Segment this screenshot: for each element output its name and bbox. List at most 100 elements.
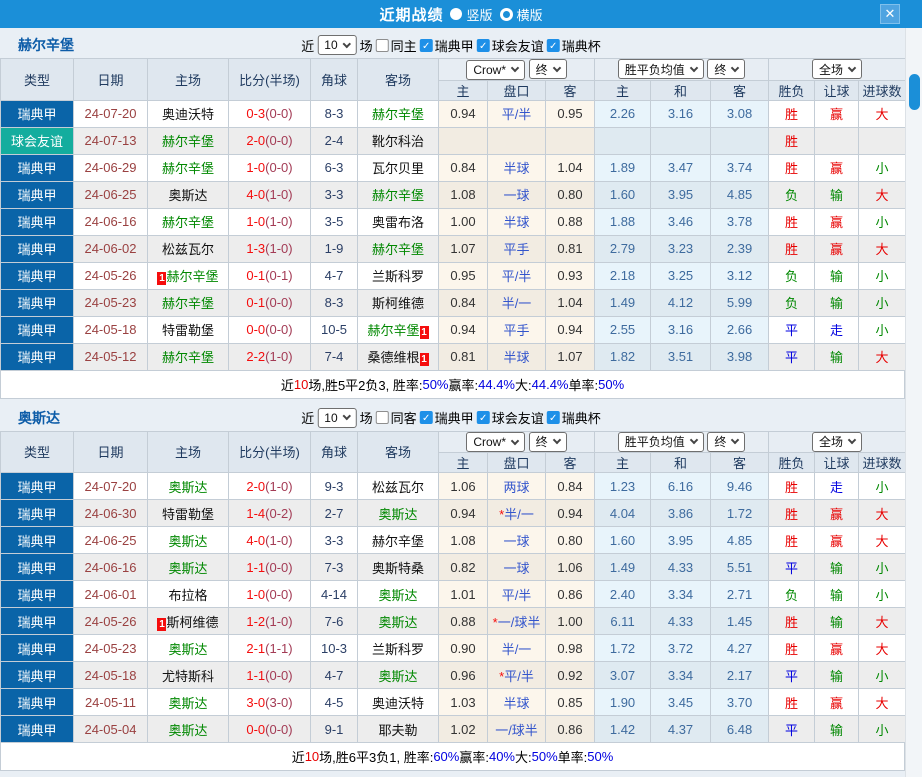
league-type-cell: 瑞典甲	[0, 715, 74, 743]
result-cell: 平	[768, 342, 816, 371]
match-row: 瑞典甲 24-05-23 赫尔辛堡 0-1(0-0) 8-3 斯柯维德 0.84 半/一 1.0…	[0, 288, 907, 317]
avg-away-cell: 3.74	[710, 153, 770, 182]
fulltime-score: 1-0	[246, 160, 266, 175]
avg-draw-cell: 4.33	[650, 553, 712, 581]
score-cell: 1-4(0-2)	[228, 499, 311, 527]
scope-select[interactable]: 全场	[812, 431, 863, 452]
same-venue-checkbox[interactable]	[375, 411, 389, 424]
handicap-result-cell: 输	[814, 180, 860, 209]
summary-part: 近	[280, 377, 294, 393]
date-cell: 24-06-25	[73, 526, 148, 554]
away-team-name: 赫尔辛堡	[371, 242, 424, 257]
col-header-type: 类型	[0, 430, 74, 473]
section-team-title: 赫尔辛堡	[18, 37, 74, 53]
scope-select-value: 全场	[819, 435, 844, 450]
bookmaker-select[interactable]: Crow*	[466, 59, 526, 80]
odds-stage-select[interactable]: 终	[528, 431, 567, 452]
avg-group-header: 胜平负均值 终	[594, 58, 770, 81]
result-cell: 胜	[768, 607, 816, 635]
avg-stage-select[interactable]: 终	[707, 431, 746, 452]
corner-cell: 10-5	[310, 315, 358, 344]
corner-cell: 9-1	[310, 715, 358, 743]
home-team-name: 赫尔辛堡	[161, 350, 214, 365]
col-header-date: 日期	[73, 58, 148, 101]
halftime-score: (3-0)	[265, 694, 293, 710]
home-team-cell: 奥斯达	[147, 715, 229, 743]
avg-stage-select[interactable]: 终	[707, 59, 746, 80]
match-row: 瑞典甲 24-05-12 赫尔辛堡 2-2(1-0) 7-4 桑德维根 1 0.81 半球 1.0…	[0, 342, 907, 371]
match-count-select[interactable]: 10	[317, 35, 357, 55]
league-type-cell: 瑞典甲	[0, 607, 74, 635]
halftime-score: (1-0)	[265, 214, 293, 229]
scrollbar-track[interactable]	[905, 28, 922, 777]
away-odds-cell: 0.94	[544, 315, 596, 344]
away-team-name: 奥斯达	[378, 668, 418, 684]
league-checkbox-0[interactable]: ✓	[419, 38, 433, 52]
date-cell: 24-05-18	[73, 315, 148, 344]
goals-result-cell: 小	[858, 580, 907, 608]
home-team-name: 奥斯达	[168, 479, 208, 495]
handicap-result-cell: 赢	[814, 99, 860, 128]
scope-select[interactable]: 全场	[812, 59, 863, 80]
layout-radio-vertical[interactable]: 竖版	[450, 5, 493, 24]
league-checkbox-1[interactable]: ✓	[476, 38, 490, 52]
avg-draw-cell: 4.37	[650, 715, 712, 743]
league-checkbox-2[interactable]: ✓	[546, 38, 560, 52]
away-odds-cell: 0.92	[544, 661, 596, 689]
away-team-name: 奥斯达	[378, 587, 418, 603]
score-cell: 4-0(1-0)	[228, 180, 311, 209]
away-team-cell: 桑德维根 1	[357, 342, 439, 371]
avg-draw-cell: 3.23	[650, 234, 712, 263]
match-row: 瑞典甲 24-06-01 布拉格 1-0(0-0) 4-14 奥斯达 1.01 平/半 0.86…	[0, 580, 907, 608]
same-venue-checkbox[interactable]	[375, 38, 389, 52]
sub-header-h2: 主	[594, 452, 652, 473]
away-team-cell: 松兹瓦尔	[357, 472, 439, 500]
league-checkbox-2[interactable]: ✓	[546, 411, 560, 424]
corner-cell: 10-3	[310, 634, 358, 662]
away-odds-cell: 1.04	[544, 153, 596, 182]
away-odds-cell: 0.95	[544, 99, 596, 128]
avg-type-select[interactable]: 胜平负均值	[617, 431, 704, 452]
league-type-cell: 瑞典甲	[0, 499, 74, 527]
home-team-cell: 赫尔辛堡	[147, 126, 229, 155]
scrollbar-thumb[interactable]	[909, 74, 920, 110]
radio-vertical-label: 竖版	[466, 7, 493, 23]
avg-away-cell: 4.85	[710, 526, 770, 554]
home-team-cell: 松兹瓦尔	[147, 234, 229, 263]
home-team-cell: 奥斯达	[147, 553, 229, 581]
halftime-score: (0-0)	[265, 667, 293, 683]
score-cell: 3-0(3-0)	[228, 688, 311, 716]
score-cell: 1-2(1-0)	[228, 607, 311, 635]
league-type-cell: 瑞典甲	[0, 153, 74, 182]
match-count-select[interactable]: 10	[317, 407, 357, 428]
bookmaker-select-value: Crow*	[473, 435, 507, 449]
home-odds-cell: 1.02	[438, 715, 488, 743]
sub-header-draw: 和	[650, 79, 712, 101]
close-icon[interactable]: ✕	[880, 4, 900, 24]
handicap-cell: 半球	[487, 207, 546, 236]
league-type-cell: 瑞典甲	[0, 472, 74, 500]
corner-cell: 7-4	[310, 342, 358, 371]
away-team-cell: 耶夫勒	[357, 715, 439, 743]
avg-type-select[interactable]: 胜平负均值	[617, 59, 704, 80]
league-checkbox-0[interactable]: ✓	[419, 411, 433, 424]
home-team-cell: 奥斯达	[147, 634, 229, 662]
sub-header-a2: 客	[710, 452, 770, 473]
layout-radio-horizontal[interactable]: 横版	[499, 5, 543, 24]
avg-home-cell: 1.88	[594, 207, 652, 236]
handicap-result-cell: 赢	[814, 207, 860, 236]
avg-home-cell: 1.72	[594, 634, 652, 662]
odds-stage-select[interactable]: 终	[528, 59, 567, 79]
filter-controls: 近 10 场同客 ✓ 瑞典甲 ✓ 球会友谊 ✓ 瑞典杯	[301, 407, 603, 428]
col-header-home: 主场	[147, 58, 229, 101]
away-team-cell: 奥斯达	[357, 580, 439, 608]
summary-part: 场,胜6平3负1, 胜率:	[319, 750, 434, 765]
date-cell: 24-06-01	[73, 580, 148, 608]
home-team-name: 特雷勒堡	[161, 506, 214, 522]
league-checkbox-1[interactable]: ✓	[476, 411, 490, 424]
handicap-result-cell: 输	[814, 661, 860, 689]
handicap-result-cell: 赢	[814, 688, 860, 716]
fulltime-score: 0-3	[246, 106, 266, 121]
goals-result-cell: 大	[858, 234, 907, 263]
bookmaker-select[interactable]: Crow*	[466, 432, 526, 452]
